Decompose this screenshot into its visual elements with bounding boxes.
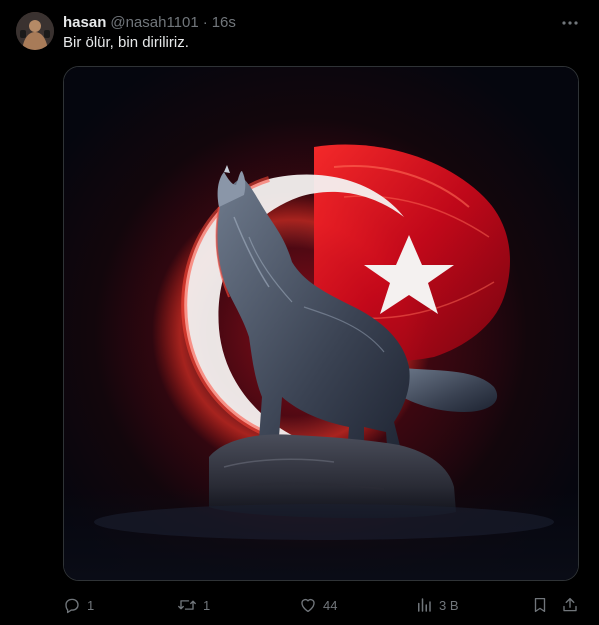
retweet-count: 1 [203, 597, 211, 613]
share-icon [561, 596, 579, 614]
avatar[interactable] [16, 12, 54, 50]
tweet-text: Bir ölür, bin diriliriz. [63, 34, 189, 51]
reply-count: 1 [87, 597, 95, 613]
tweet-media-image[interactable] [63, 66, 579, 581]
like-count: 44 [323, 597, 338, 613]
author-name[interactable]: hasan [63, 14, 106, 31]
like-button[interactable]: 44 [299, 594, 337, 616]
retweet-icon [177, 596, 197, 614]
tweet[interactable]: hasan @nasah1101 · 16s Bir ölür, bin dir… [0, 0, 599, 625]
bookmark-icon [531, 596, 549, 614]
views-icon [415, 596, 433, 614]
bookmark-button[interactable] [531, 594, 549, 616]
views-button[interactable]: 3 B [415, 594, 459, 616]
reply-button[interactable]: 1 [63, 594, 94, 616]
tweet-header: hasan @nasah1101 · 16s [63, 12, 236, 32]
timestamp[interactable]: 16s [212, 14, 236, 31]
reply-icon [63, 596, 81, 614]
heart-icon [299, 596, 317, 614]
tweet-actions: 1 1 44 3 B [63, 594, 583, 616]
share-button[interactable] [561, 594, 579, 616]
views-count: 3 B [439, 597, 459, 613]
author-handle[interactable]: @nasah1101 [110, 14, 198, 31]
separator: · [202, 13, 208, 31]
more-icon[interactable] [561, 14, 579, 32]
retweet-button[interactable]: 1 [177, 594, 210, 616]
